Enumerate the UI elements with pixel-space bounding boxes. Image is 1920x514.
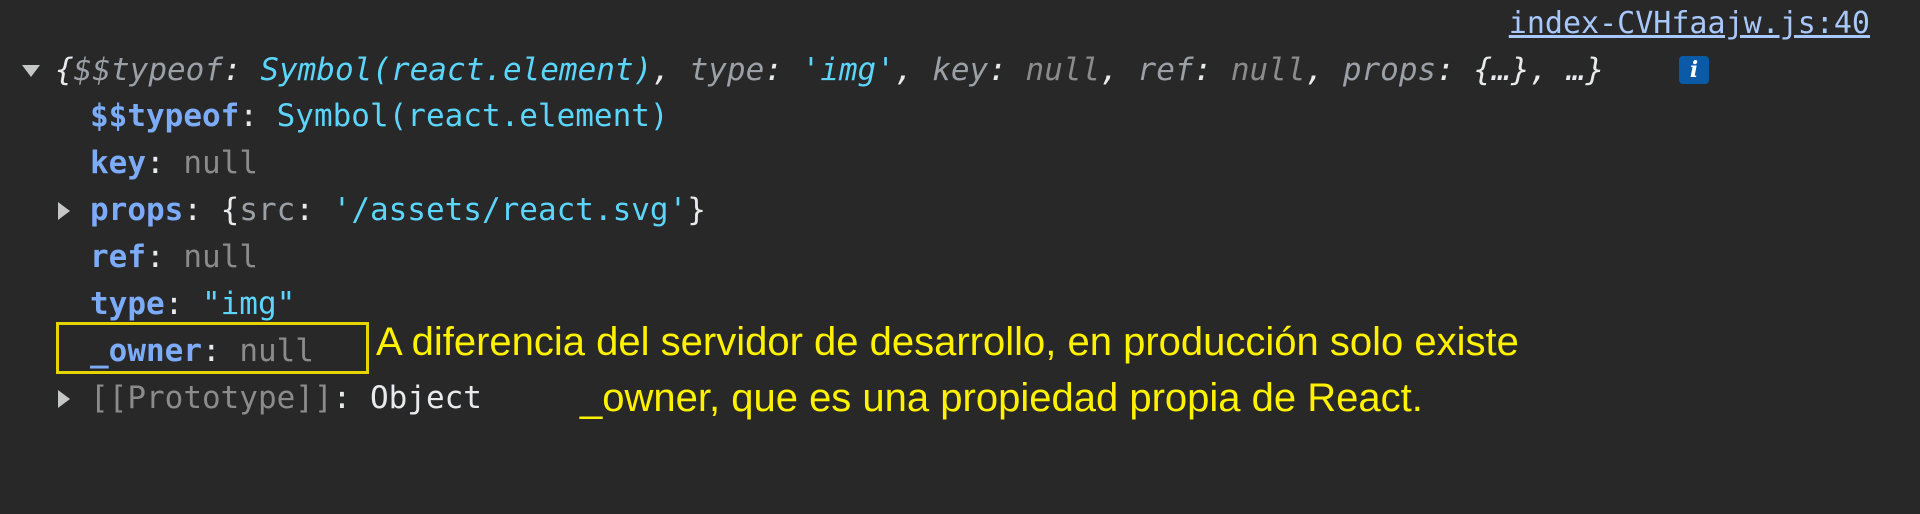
property-value: null bbox=[183, 145, 258, 181]
object-summary: {$$typeof: Symbol(react.element), type: … bbox=[55, 52, 1605, 88]
property-key: [[Prototype]] bbox=[90, 380, 333, 416]
expand-triangle-right-icon[interactable] bbox=[58, 390, 70, 408]
owner-highlight-box bbox=[56, 322, 369, 374]
expand-triangle-down-icon[interactable] bbox=[22, 65, 40, 77]
annotation-line-2: _owner, que es una propiedad propia de R… bbox=[580, 376, 1423, 420]
property-row-ref: ref: null bbox=[90, 239, 258, 275]
property-key: props bbox=[90, 192, 184, 228]
property-value: Object bbox=[369, 380, 482, 416]
property-key: type bbox=[90, 286, 165, 322]
property-row-key: key: null bbox=[90, 145, 258, 181]
property-value: "img" bbox=[201, 286, 296, 322]
annotation-line-1: A diferencia del servidor de desarrollo,… bbox=[376, 320, 1519, 364]
info-icon[interactable]: i bbox=[1679, 56, 1709, 84]
property-row-typeof: $$typeof: Symbol(react.element) bbox=[90, 98, 669, 134]
property-row-type: type: "img" bbox=[90, 286, 296, 322]
property-key: key bbox=[90, 145, 146, 181]
source-location-link[interactable]: index-CVHfaajw.js:40 bbox=[1509, 6, 1870, 41]
property-value: null bbox=[183, 239, 258, 275]
property-value: Symbol(react.element) bbox=[276, 98, 669, 134]
property-key: $$typeof bbox=[90, 98, 240, 134]
expand-triangle-right-icon[interactable] bbox=[58, 202, 70, 220]
property-key: ref bbox=[90, 239, 146, 275]
